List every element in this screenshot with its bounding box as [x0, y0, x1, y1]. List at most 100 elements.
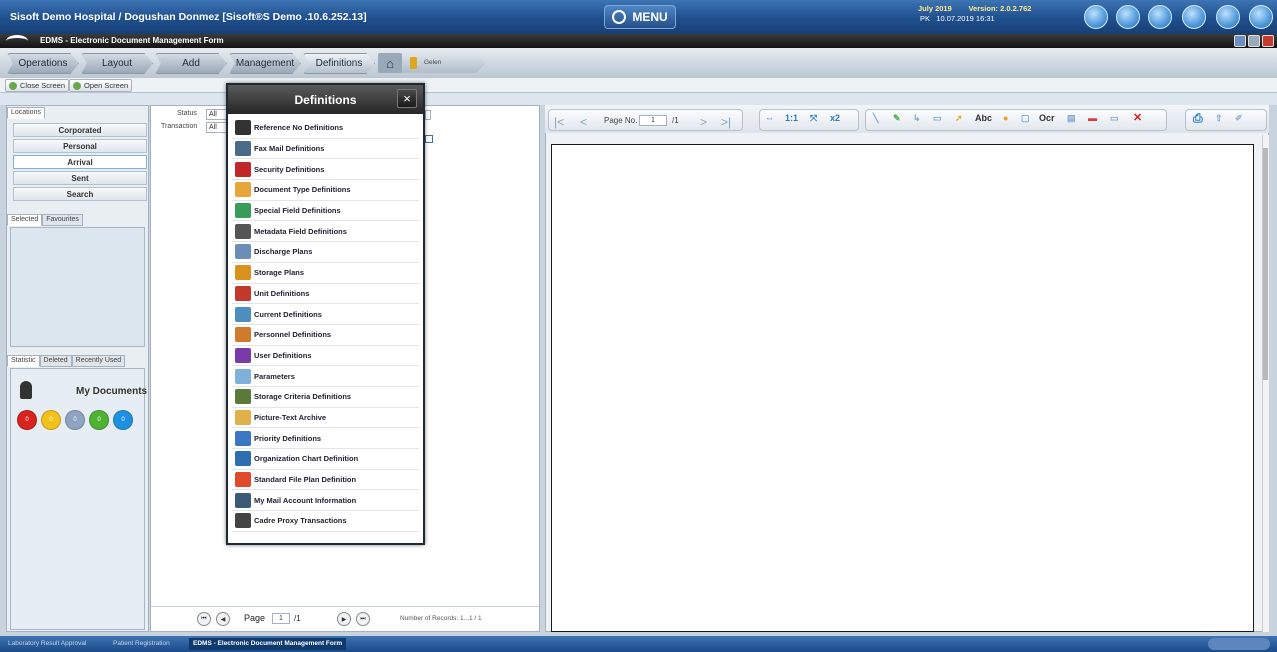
grid-icon[interactable] — [425, 135, 433, 143]
line-tool-icon[interactable]: ╲ — [873, 113, 878, 124]
definition-item[interactable]: Unit Definitions — [232, 284, 419, 305]
prev-page-icon[interactable]: ◀ — [216, 612, 230, 626]
location-corporated[interactable]: Corporated — [13, 123, 147, 137]
tab-add[interactable]: Add — [155, 53, 227, 74]
definition-item[interactable]: Special Field Definitions — [232, 201, 419, 222]
task-laboratory-result-approval[interactable]: Laboratory Result Approval — [4, 638, 90, 650]
arrow-tool-icon[interactable]: ↳ — [913, 113, 921, 124]
close-window-icon[interactable] — [1262, 35, 1274, 47]
status-select[interactable]: All — [206, 109, 228, 120]
breadcrumb[interactable]: Gelen — [402, 53, 486, 73]
definition-item[interactable]: Storage Plans — [232, 263, 419, 284]
definition-item[interactable]: Fax Mail Definitions — [232, 139, 419, 160]
info-icon[interactable] — [1216, 5, 1240, 29]
globe-icon[interactable] — [1182, 5, 1206, 29]
delete-annotation-icon[interactable]: ✕ — [1133, 111, 1142, 124]
next-page-icon[interactable]: ▶ — [337, 612, 351, 626]
location-sent[interactable]: Sent — [13, 171, 147, 185]
definition-item[interactable]: Document Type Definitions — [232, 180, 419, 201]
mail-icon[interactable] — [1148, 5, 1172, 29]
last-page-icon[interactable]: ⏭ — [356, 612, 370, 626]
archive-icon — [235, 409, 251, 425]
count-dot-red[interactable]: 0 — [17, 410, 37, 430]
redact-tool-icon[interactable]: ▬ — [1088, 113, 1097, 123]
screen-bar: Close Screen Open Screen — [0, 78, 1277, 93]
tab-management[interactable]: Management — [229, 53, 301, 74]
main-menu-button[interactable]: MENU — [604, 5, 676, 29]
home-icon[interactable]: ⌂ — [378, 53, 402, 73]
fit-page-icon[interactable]: ⤧ — [810, 113, 817, 124]
fit-width-icon[interactable]: ⇔ — [765, 113, 774, 123]
edit-icon[interactable]: ✐ — [1235, 113, 1243, 124]
viewer-prev-icon[interactable]: < — [580, 115, 587, 129]
upload-icon[interactable]: ⇧ — [1215, 113, 1223, 124]
highlight-tool-icon[interactable]: ➚ — [955, 113, 963, 124]
definition-item[interactable]: Current Definitions — [232, 304, 419, 325]
print-icon[interactable]: ⎙ — [1193, 111, 1203, 126]
close-screen-button[interactable]: Close Screen — [5, 79, 70, 92]
tab-statistic[interactable]: Statistic — [7, 355, 40, 367]
actual-size-button[interactable]: 1:1 — [785, 113, 798, 123]
viewer-last-icon[interactable]: >| — [721, 115, 731, 129]
zoom-group — [759, 109, 859, 131]
tab-operations[interactable]: Operations — [7, 53, 79, 74]
refresh-icon[interactable] — [1084, 5, 1108, 29]
definition-item[interactable]: Metadata Field Definitions — [232, 221, 419, 243]
count-dot-green[interactable]: 0 — [89, 410, 109, 430]
location-personal[interactable]: Personal — [13, 139, 147, 153]
location-arrival[interactable]: Arrival — [13, 155, 147, 169]
definition-item[interactable]: Cadre Proxy Transactions — [232, 511, 419, 532]
page-input[interactable]: 1 — [272, 613, 290, 624]
definition-item[interactable]: Organization Chart Definition — [232, 449, 419, 470]
definition-item[interactable]: Priority Definitions — [232, 428, 419, 449]
definition-item[interactable]: Parameters — [232, 366, 419, 387]
zoom-x2-button[interactable]: x2 — [830, 113, 840, 123]
definition-item[interactable]: Standard File Plan Definition — [232, 470, 419, 491]
tab-recently-used[interactable]: Recently Used — [71, 355, 126, 367]
page-no-label: Page No. — [604, 116, 638, 125]
help-icon[interactable] — [1234, 35, 1246, 47]
tab-favourites[interactable]: Favourites — [42, 214, 83, 226]
definition-item[interactable]: Storage Criteria Definitions — [232, 387, 419, 408]
viewer-next-icon[interactable]: > — [700, 115, 707, 129]
select-tool-icon[interactable]: ▭ — [1110, 113, 1119, 124]
location-search[interactable]: Search — [13, 187, 147, 201]
task-patient-registration[interactable]: Patient Registration — [109, 638, 174, 650]
power-icon[interactable] — [1249, 5, 1273, 29]
filter-field-edge[interactable] — [425, 110, 431, 120]
definition-item[interactable]: Picture-Text Archive — [232, 408, 419, 429]
tab-selected[interactable]: Selected — [7, 214, 43, 226]
open-screen-button[interactable]: Open Screen — [69, 79, 133, 92]
transaction-select[interactable]: All — [206, 122, 228, 133]
definition-item[interactable]: User Definitions — [232, 346, 419, 367]
pen-tool-icon[interactable]: ✎ — [893, 113, 901, 124]
users-icon[interactable] — [1116, 5, 1140, 29]
definition-item[interactable]: Personnel Definitions — [232, 325, 419, 346]
close-icon[interactable]: × — [397, 89, 417, 108]
marker-tool-icon[interactable]: ● — [1003, 113, 1008, 123]
tab-locations[interactable]: Locations — [7, 107, 45, 119]
text-tool-button[interactable]: Abc — [975, 113, 992, 123]
viewer-first-icon[interactable]: |< — [554, 115, 564, 129]
count-dot-blue[interactable]: 0 — [113, 410, 133, 430]
count-dot-yellow[interactable]: 0 — [41, 410, 61, 430]
viewer-page-input[interactable]: 1 — [639, 115, 667, 126]
task-edms-form[interactable]: EDMS - Electronic Document Management Fo… — [189, 638, 347, 650]
definition-item-label: Parameters — [254, 371, 295, 381]
scrollbar-thumb[interactable] — [1263, 148, 1268, 380]
definition-item[interactable]: Security Definitions — [232, 159, 419, 181]
tab-definitions[interactable]: Definitions — [303, 53, 375, 74]
definition-item[interactable]: My Mail Account Information — [232, 490, 419, 512]
breadcrumb-label: Gelen — [424, 59, 442, 66]
tab-deleted[interactable]: Deleted — [39, 355, 72, 367]
rectangle-tool-icon[interactable]: ▭ — [933, 113, 942, 124]
first-page-icon[interactable]: ⏮ — [197, 612, 211, 626]
note-tool-icon[interactable]: ▢ — [1021, 113, 1030, 124]
count-dot-gray[interactable]: 0 — [65, 410, 85, 430]
definition-item[interactable]: Discharge Plans — [232, 242, 419, 263]
ocr-button[interactable]: Ocr — [1039, 113, 1055, 123]
minimize-icon[interactable] — [1248, 35, 1260, 47]
definition-item[interactable]: Reference No Definitions — [232, 118, 419, 139]
stamp-tool-icon[interactable]: ▤ — [1067, 113, 1076, 124]
tab-layout[interactable]: Layout — [81, 53, 153, 74]
